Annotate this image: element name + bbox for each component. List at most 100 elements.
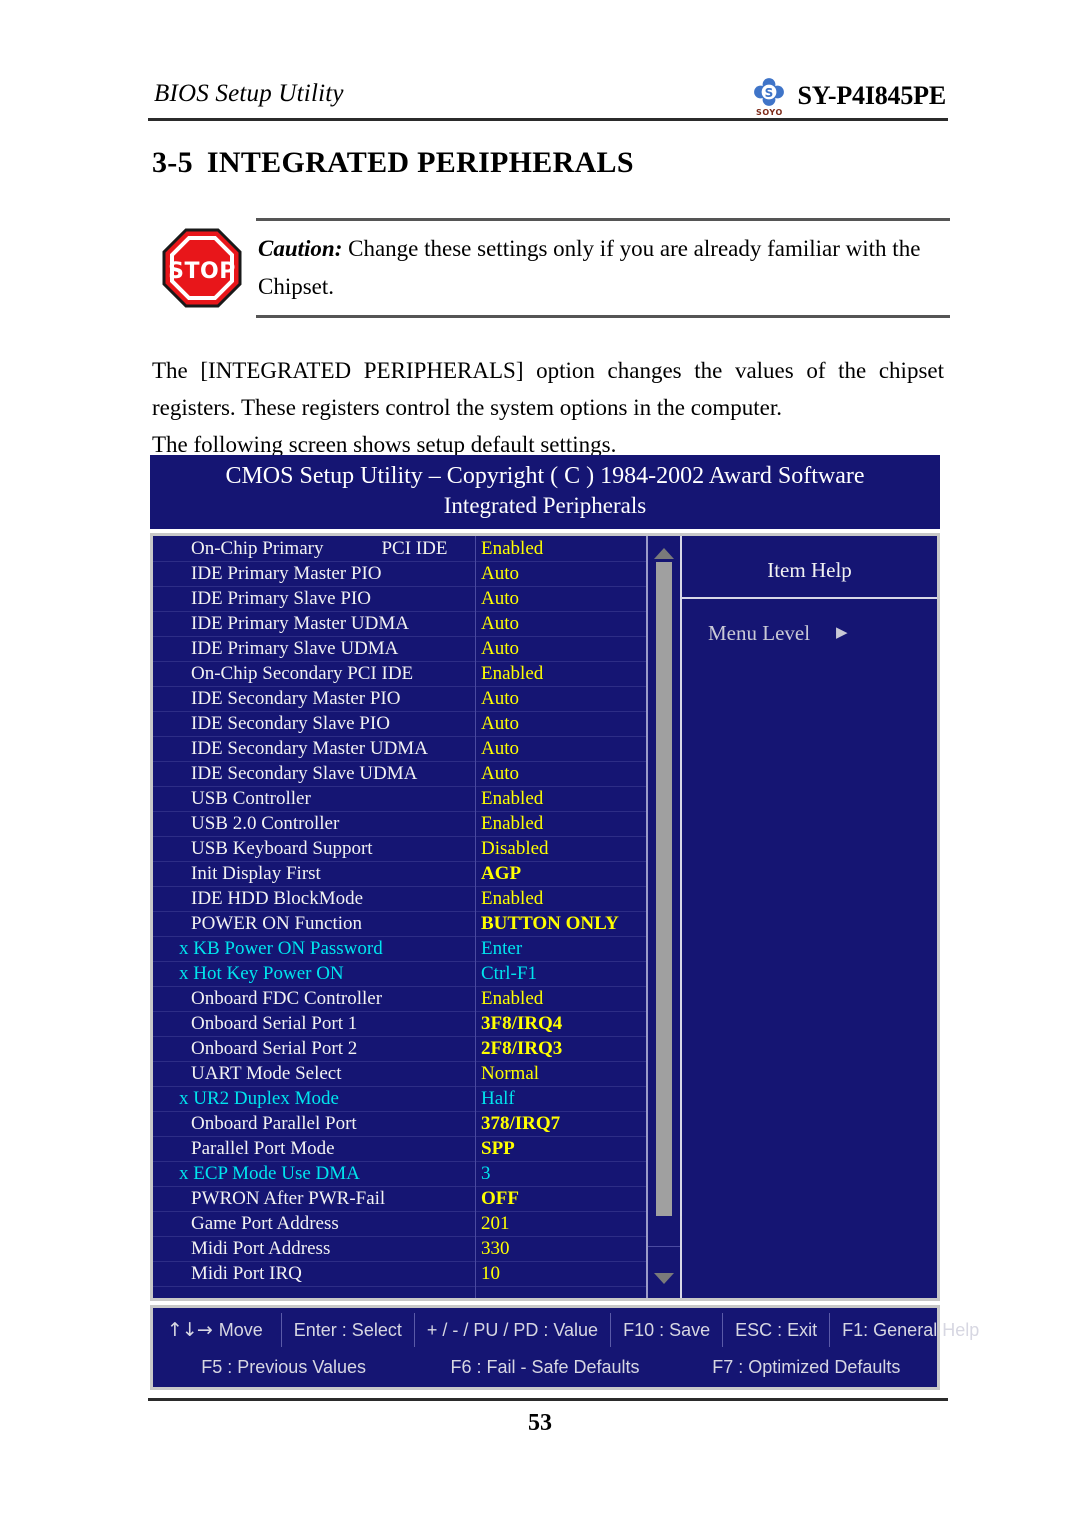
bios-option-label: PWRON After PWR-Fail bbox=[191, 1188, 386, 1209]
bios-option-value[interactable]: 3 bbox=[475, 1163, 646, 1185]
key-legend-item: ESC : Exit bbox=[723, 1313, 831, 1347]
bios-option-value[interactable]: Enabled bbox=[475, 813, 646, 835]
bios-option-label: Onboard Parallel Port bbox=[191, 1113, 357, 1134]
bios-option-value[interactable]: Disabled bbox=[475, 838, 646, 860]
bios-screen: CMOS Setup Utility – Copyright ( C ) 198… bbox=[150, 455, 979, 1390]
key-legend-item: Enter : Select bbox=[282, 1313, 415, 1347]
bios-option-row[interactable]: Midi Port IRQ 10 bbox=[153, 1262, 646, 1287]
scroll-down-arrow-icon[interactable] bbox=[654, 1273, 674, 1284]
bios-option-row[interactable]: USB Keyboard Support Disabled bbox=[153, 837, 646, 862]
key-legend-item: F1: General Help bbox=[830, 1313, 991, 1347]
bios-option-row[interactable]: Onboard FDC Controller Enabled bbox=[153, 987, 646, 1012]
bios-option-value[interactable]: 10 bbox=[475, 1263, 646, 1285]
bios-option-row[interactable]: IDE Primary Slave UDMA Auto bbox=[153, 637, 646, 662]
bios-option-value[interactable]: 378/IRQ7 bbox=[475, 1113, 646, 1135]
key-legend-label: F1: General Help bbox=[842, 1319, 980, 1340]
bios-option-row[interactable]: USB Controller Enabled bbox=[153, 787, 646, 812]
bios-option-row[interactable]: IDE Primary Master PIO Auto bbox=[153, 562, 646, 587]
bios-option-value[interactable]: Auto bbox=[475, 563, 646, 585]
stop-sign-icon: STOP bbox=[160, 226, 244, 310]
bios-option-row[interactable]: Onboard Serial Port 1 3F8/IRQ4 bbox=[153, 1012, 646, 1037]
bios-option-row[interactable]: IDE Primary Slave PIO Auto bbox=[153, 587, 646, 612]
bios-option-row[interactable]: Game Port Address 201 bbox=[153, 1212, 646, 1237]
bios-option-value[interactable]: Auto bbox=[475, 638, 646, 660]
bios-option-row[interactable]: USB 2.0 Controller Enabled bbox=[153, 812, 646, 837]
bios-option-row[interactable]: On-Chip Primary PCI IDE Enabled bbox=[153, 537, 646, 562]
bios-option-value[interactable]: 330 bbox=[475, 1238, 646, 1260]
bios-option-value[interactable]: Half bbox=[475, 1088, 646, 1110]
bios-option-row[interactable]: IDE Primary Master UDMA Auto bbox=[153, 612, 646, 637]
bios-option-label: IDE Secondary Master UDMA bbox=[191, 738, 428, 759]
bios-option-label: Init Display First bbox=[191, 863, 321, 884]
bios-option-row[interactable]: IDE Secondary Master UDMA Auto bbox=[153, 737, 646, 762]
section-number: 3-5 bbox=[152, 146, 193, 179]
scrollbar-divider bbox=[648, 1246, 680, 1247]
svg-text:STOP: STOP bbox=[168, 259, 236, 284]
bios-option-value[interactable]: 2F8/IRQ3 bbox=[475, 1038, 646, 1060]
bios-option-value[interactable]: Auto bbox=[475, 713, 646, 735]
bios-option-row[interactable]: Onboard Serial Port 2 2F8/IRQ3 bbox=[153, 1037, 646, 1062]
bios-option-value[interactable]: Enabled bbox=[475, 988, 646, 1010]
bios-options-list[interactable]: On-Chip Primary PCI IDE Enabled IDE Primary… bbox=[153, 536, 646, 1287]
bios-option-value[interactable]: Auto bbox=[475, 688, 646, 710]
bios-option-value[interactable]: Auto bbox=[475, 613, 646, 635]
bios-option-row[interactable]: IDE Secondary Slave UDMA Auto bbox=[153, 762, 646, 787]
bios-option-row[interactable]: Midi Port Address 330 bbox=[153, 1237, 646, 1262]
soyo-logo-icon: S SOYO bbox=[749, 76, 789, 117]
bios-option-value[interactable]: SPP bbox=[475, 1138, 646, 1160]
bios-option-value[interactable]: Auto bbox=[475, 763, 646, 785]
bios-option-label: IDE Primary Slave UDMA bbox=[191, 638, 399, 659]
page-running-header: BIOS Setup Utility S SOYO SY-P4I845PE bbox=[148, 72, 948, 120]
bios-option-value[interactable]: OFF bbox=[475, 1188, 646, 1210]
bios-option-value[interactable]: 3F8/IRQ4 bbox=[475, 1013, 646, 1035]
header-brand: S SOYO SY-P4I845PE bbox=[749, 76, 946, 117]
bios-option-row[interactable]: x ECP Mode Use DMA 3 bbox=[153, 1162, 646, 1187]
bios-option-value[interactable]: Enabled bbox=[475, 788, 646, 810]
bios-option-label: Midi Port Address bbox=[191, 1238, 331, 1259]
bios-option-value[interactable]: Ctrl-F1 bbox=[475, 963, 646, 985]
bios-option-label: UART Mode Select bbox=[191, 1063, 342, 1084]
header-title: BIOS Setup Utility bbox=[154, 80, 344, 107]
bios-option-row[interactable]: Init Display First AGP bbox=[153, 862, 646, 887]
bios-option-value[interactable]: AGP bbox=[475, 863, 646, 885]
bios-option-row[interactable]: x KB Power ON Password Enter bbox=[153, 937, 646, 962]
bios-option-row[interactable]: IDE Secondary Slave PIO Auto bbox=[153, 712, 646, 737]
bios-option-row[interactable]: x Hot Key Power ON Ctrl-F1 bbox=[153, 962, 646, 987]
bios-option-row[interactable]: POWER ON Function BUTTON ONLY bbox=[153, 912, 646, 937]
bios-option-label: USB Controller bbox=[191, 788, 311, 809]
scroll-up-arrow-icon[interactable] bbox=[654, 548, 674, 559]
scrollbar-thumb[interactable] bbox=[656, 562, 672, 1216]
intro-paragraphs: The [INTEGRATED PERIPHERALS] option chan… bbox=[152, 352, 944, 463]
options-scrollbar[interactable] bbox=[646, 536, 680, 1298]
bios-option-row[interactable]: Onboard Parallel Port 378/IRQ7 bbox=[153, 1112, 646, 1137]
bios-option-row[interactable]: IDE Secondary Master PIO Auto bbox=[153, 687, 646, 712]
bios-option-label: IDE Secondary Slave PIO bbox=[191, 713, 390, 734]
bios-option-value[interactable]: Normal bbox=[475, 1063, 646, 1085]
bios-option-value[interactable]: Auto bbox=[475, 738, 646, 760]
bios-option-label: IDE Primary Slave PIO bbox=[191, 588, 371, 609]
caution-text-box: Caution: Change these settings only if y… bbox=[256, 218, 950, 318]
bios-option-label: Onboard Serial Port 1 bbox=[191, 1013, 358, 1034]
bios-option-value[interactable]: 201 bbox=[475, 1213, 646, 1235]
bios-option-label: POWER ON Function bbox=[191, 913, 362, 934]
bios-option-row[interactable]: On-Chip Secondary PCI IDE Enabled bbox=[153, 662, 646, 687]
bios-option-label: Midi Port IRQ bbox=[191, 1263, 302, 1284]
bios-option-row[interactable]: x UR2 Duplex Mode Half bbox=[153, 1087, 646, 1112]
bios-option-row[interactable]: UART Mode Select Normal bbox=[153, 1062, 646, 1087]
bios-option-row[interactable]: IDE HDD BlockMode Enabled bbox=[153, 887, 646, 912]
bios-option-label: IDE HDD BlockMode bbox=[191, 888, 364, 909]
bios-option-value[interactable]: Enter bbox=[475, 938, 646, 960]
section-title: INTEGRATED PERIPHERALS bbox=[206, 146, 634, 179]
bios-option-row[interactable]: Parallel Port Mode SPP bbox=[153, 1137, 646, 1162]
bios-option-value[interactable]: BUTTON ONLY bbox=[475, 913, 646, 935]
key-legend-row-1: ↑↓→ Move Enter : Select + / - / PU / PD : V… bbox=[153, 1313, 979, 1347]
footer-divider bbox=[148, 1398, 948, 1401]
bios-option-value[interactable]: Auto bbox=[475, 588, 646, 610]
bios-option-value[interactable]: Enabled bbox=[475, 538, 646, 560]
bios-option-row[interactable]: PWRON After PWR-Fail OFF bbox=[153, 1187, 646, 1212]
arrow-keys-icon: ↑↓→ bbox=[167, 1319, 213, 1341]
bios-option-value[interactable]: Enabled bbox=[475, 663, 646, 685]
bios-option-value[interactable]: Enabled bbox=[475, 888, 646, 910]
bios-option-label: Parallel Port Mode bbox=[191, 1138, 335, 1159]
caution-lead: Caution: bbox=[258, 236, 343, 261]
